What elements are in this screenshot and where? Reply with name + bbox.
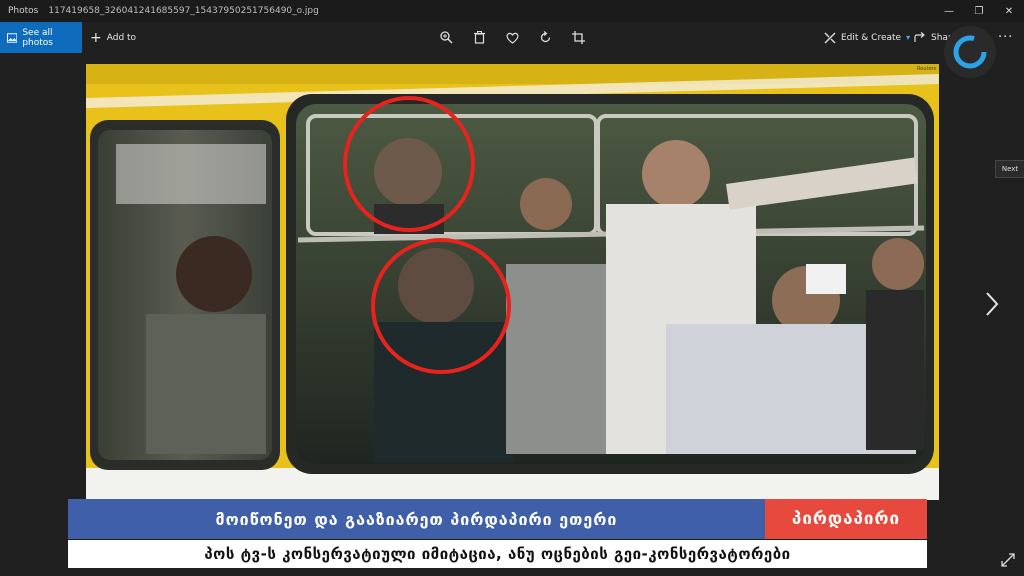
see-all-photos-button[interactable]: See all photos (0, 22, 82, 53)
window-controls: — ❐ ✕ (934, 0, 1024, 22)
heart-icon (506, 32, 519, 44)
photos-icon (7, 32, 18, 43)
caption-banner: პოს ტვ-ს კონსერვატიული იმიტაცია, ანუ ოცნ… (68, 540, 927, 568)
chevron-right-icon (986, 292, 999, 316)
headline-text: მოიწონეთ და გააზიარეთ პირდაპირი ეთერი (215, 509, 618, 529)
more-icon: ··· (998, 30, 1014, 45)
next-tooltip: Next (995, 160, 1024, 178)
trash-icon (474, 31, 485, 44)
caption-text: პოს ტვ-ს კონსერვატიული იმიტაცია, ანუ ოცნ… (204, 545, 791, 563)
edit-create-label: Edit & Create (841, 32, 902, 43)
crop-icon (572, 31, 585, 44)
app-title: Photos (8, 6, 39, 16)
maximize-icon: ❐ (974, 5, 984, 17)
title-bar: Photos 117419658_326041241685597_1543795… (0, 0, 1024, 22)
photos-app-window: Photos 117419658_326041241685597_1543795… (0, 0, 1024, 576)
delete-button[interactable] (471, 29, 488, 46)
expand-icon (1001, 553, 1015, 567)
bus-photo (86, 64, 939, 500)
photo-credit: Reuters (917, 66, 937, 72)
zoom-icon (440, 31, 453, 44)
minimize-button[interactable]: — (934, 0, 964, 22)
share-icon (914, 32, 925, 42)
live-badge-text: პირდაპირი (791, 509, 901, 529)
plus-icon: + (90, 29, 102, 46)
see-all-photos-label: See all photos (22, 27, 53, 48)
favorite-button[interactable] (504, 29, 521, 46)
close-icon: ✕ (1004, 5, 1014, 17)
ring-logo-icon (944, 26, 996, 78)
rotate-button[interactable] (537, 29, 554, 46)
maximize-button[interactable]: ❐ (964, 0, 994, 22)
add-to-label: Add to (106, 32, 137, 43)
photo-viewer-image (86, 64, 939, 500)
rotate-icon (540, 31, 551, 43)
chevron-down-icon: ▾ (906, 33, 911, 42)
edit-create-button[interactable]: Edit & Create ▾ (824, 22, 910, 53)
minimize-icon: — (944, 5, 954, 17)
file-name: 117419658_326041241685597_15437950251756… (48, 6, 319, 16)
toolbar: See all photos + Add to Edit & Create ▾ … (0, 22, 1024, 53)
headline-banner: მოიწონეთ და გააზიარეთ პირდაპირი ეთერი (68, 499, 765, 539)
add-to-button[interactable]: + Add to (90, 22, 136, 53)
crop-button[interactable] (570, 29, 587, 46)
close-button[interactable]: ✕ (994, 0, 1024, 22)
fullscreen-button[interactable] (998, 550, 1018, 570)
more-options-button[interactable]: ··· (998, 22, 1013, 53)
zoom-button[interactable] (438, 29, 455, 46)
edit-icon (824, 32, 836, 43)
live-badge: პირდაპირი (765, 499, 927, 539)
image-tools (438, 22, 587, 53)
next-photo-button[interactable] (980, 286, 1004, 322)
